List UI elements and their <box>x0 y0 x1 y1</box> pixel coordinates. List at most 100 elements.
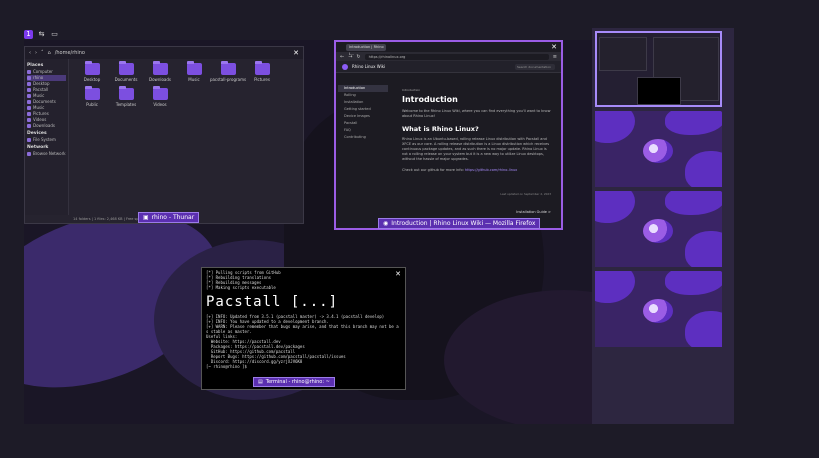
wallpaper-blob <box>595 111 635 143</box>
sidebar-item-filesystem[interactable]: File System <box>27 137 66 143</box>
folder-item[interactable]: Pictures <box>245 61 279 82</box>
tile-icon[interactable]: ⇆ <box>37 30 46 39</box>
wiki-nav-item[interactable]: Contributing <box>338 134 388 141</box>
wallpaper-blob <box>685 151 722 187</box>
terminal-output-pre: [*] Pulling scripts from GitHub [*] Rebu… <box>206 270 281 290</box>
thunar-sidebar: Places Computer rhino Desktop Pacstall M… <box>25 59 69 215</box>
terminal-thumbnail <box>637 77 681 105</box>
pictures-icon <box>27 112 31 116</box>
folder-icon <box>152 61 168 75</box>
workspace-1-thumbnail[interactable] <box>595 31 722 107</box>
rhino-logo-icon[interactable] <box>342 63 348 70</box>
places-header: Places <box>27 63 44 68</box>
firefox-window[interactable]: Introduction | Rhino L... ✕ ← → ↻ https:… <box>334 40 563 230</box>
up-icon[interactable]: ˄ <box>41 50 44 56</box>
wallpaper-blob <box>685 231 722 267</box>
folder-icon <box>84 61 100 75</box>
section-heading: What is Rhino Linux? <box>402 125 479 133</box>
wiki-nav-item[interactable]: Device Images <box>338 113 388 120</box>
folder-item[interactable]: pacstall-programs <box>210 61 246 82</box>
wiki-brand[interactable]: Rhino Linux Wiki <box>352 64 385 69</box>
intro-paragraph: Welcome to the Rhino Linux Wiki, where y… <box>402 109 551 118</box>
terminal-output: [+] INFO: Updated from 3.5.1 (pacstall m… <box>206 314 399 369</box>
url-bar[interactable]: https://rhinolinux.org <box>364 53 549 60</box>
sidebar-item-network[interactable]: Browse Network <box>27 151 66 157</box>
folder-item[interactable]: Templates <box>109 86 143 107</box>
workspace-3-thumbnail[interactable] <box>595 191 722 267</box>
folder-item[interactable]: Videos <box>143 86 177 107</box>
desktop-icon <box>27 82 31 86</box>
terminal-window[interactable]: ✕ [*] Pulling scripts from GitHub [*] Re… <box>201 267 406 390</box>
folder-icon <box>84 86 100 100</box>
wiki-sidebar: Introduction Rolling Installation Gettin… <box>338 85 388 226</box>
tab-introduction[interactable]: Introduction | Rhino L... <box>346 43 386 56</box>
close-icon[interactable]: ✕ <box>394 270 402 278</box>
terminal-icon: ▤ <box>258 379 263 385</box>
wiki-nav-item[interactable]: Installation <box>338 99 388 106</box>
downloads-icon <box>27 124 31 128</box>
workspace-4-thumbnail[interactable] <box>595 271 722 347</box>
workspace-switcher <box>592 28 734 424</box>
thunar-window-label[interactable]: ▣ rhino - Thunar <box>138 212 200 223</box>
wiki-content: Introduction Introduction Welcome to the… <box>402 88 551 220</box>
forward-icon[interactable]: → <box>348 54 352 60</box>
workspace-1-icon[interactable]: 1 <box>24 29 33 39</box>
window-icon[interactable]: ▭ <box>50 30 59 39</box>
folder-item[interactable]: Documents <box>109 61 143 82</box>
folder-item[interactable]: Music <box>177 61 211 82</box>
workspace-2-thumbnail[interactable] <box>595 111 722 187</box>
reload-icon[interactable]: ↻ <box>356 54 360 60</box>
terminal-window-label[interactable]: ▤ Terminal - rhino@rhino: ~ <box>253 377 335 387</box>
sidebar-item-downloads[interactable]: Downloads <box>27 123 66 129</box>
back-icon[interactable]: ‹ <box>29 50 31 56</box>
folder-icon <box>186 61 202 75</box>
close-icon[interactable]: ✕ <box>550 43 558 51</box>
wiki-nav-item[interactable]: FAQ <box>338 127 388 134</box>
thunar-thumbnail <box>599 37 647 71</box>
home-icon[interactable]: ⌂ <box>48 50 51 56</box>
nav-bar: ← → ↻ https://rhinolinux.org ≡ <box>336 52 561 61</box>
rhino-logo-icon <box>643 299 673 323</box>
github-paragraph: Check out our github for more info: http… <box>402 168 518 172</box>
home-folder-icon <box>27 76 31 80</box>
menu-icon[interactable]: ≡ <box>553 54 557 60</box>
thunar-toolbar: ‹ › ˄ ⌂ /home/rhino <box>25 47 303 59</box>
next-page-link[interactable]: Installation Guide > <box>516 210 551 214</box>
folder-icon <box>118 61 134 75</box>
last-updated: Last updated on September 2, 2023 <box>500 192 551 196</box>
wallpaper-blob <box>595 191 635 223</box>
path-bar[interactable]: /home/rhino <box>55 50 85 56</box>
body-paragraph: Rhino Linux is an Ubuntu-based, rolling … <box>402 137 550 161</box>
folder-icon <box>27 88 31 92</box>
back-icon[interactable]: ← <box>340 54 344 60</box>
wiki-search-input[interactable]: Search documentation <box>515 63 555 70</box>
firefox-icon: ◉ <box>383 220 389 227</box>
firefox-window-label[interactable]: ◉ Introduction | Rhino Linux Wiki — Mozil… <box>378 218 541 229</box>
wiki-nav-item[interactable]: Getting started <box>338 106 388 113</box>
videos-icon <box>27 118 31 122</box>
top-panel: 1 ⇆ ▭ <box>24 28 59 40</box>
wiki-nav-item[interactable]: Pacstall <box>338 120 388 127</box>
pacstall-ascii-art: Pacstall [...] <box>206 294 339 310</box>
breadcrumb[interactable]: Introduction <box>402 88 551 92</box>
github-link[interactable]: https://github.com/rhino-linux <box>465 168 517 172</box>
computer-icon <box>27 70 31 74</box>
devices-header: Devices <box>27 131 47 136</box>
folder-item[interactable]: Desktop <box>75 61 109 82</box>
wiki-header: Rhino Linux Wiki Search documentation <box>336 61 561 73</box>
terminal-prompt[interactable]: [~ rhino@rhino ]$ <box>206 364 247 369</box>
folder-icon: ▣ <box>143 214 149 221</box>
close-icon[interactable]: ✕ <box>292 49 300 57</box>
wallpaper-blob <box>665 111 722 135</box>
forward-icon[interactable]: › <box>35 50 37 56</box>
thunar-window[interactable]: ‹ › ˄ ⌂ /home/rhino ✕ Places Computer rh… <box>24 46 304 224</box>
file-grid: Desktop Documents Downloads Music pacsta… <box>75 61 299 107</box>
page-title: Introduction <box>402 95 458 104</box>
folder-icon <box>220 61 236 75</box>
wallpaper-blob <box>665 191 722 215</box>
wiki-nav-item[interactable]: Introduction <box>338 85 388 92</box>
folder-item[interactable]: Downloads <box>143 61 177 82</box>
documents-icon <box>27 100 31 104</box>
wiki-nav-item[interactable]: Rolling <box>338 92 388 99</box>
folder-item[interactable]: Public <box>75 86 109 107</box>
